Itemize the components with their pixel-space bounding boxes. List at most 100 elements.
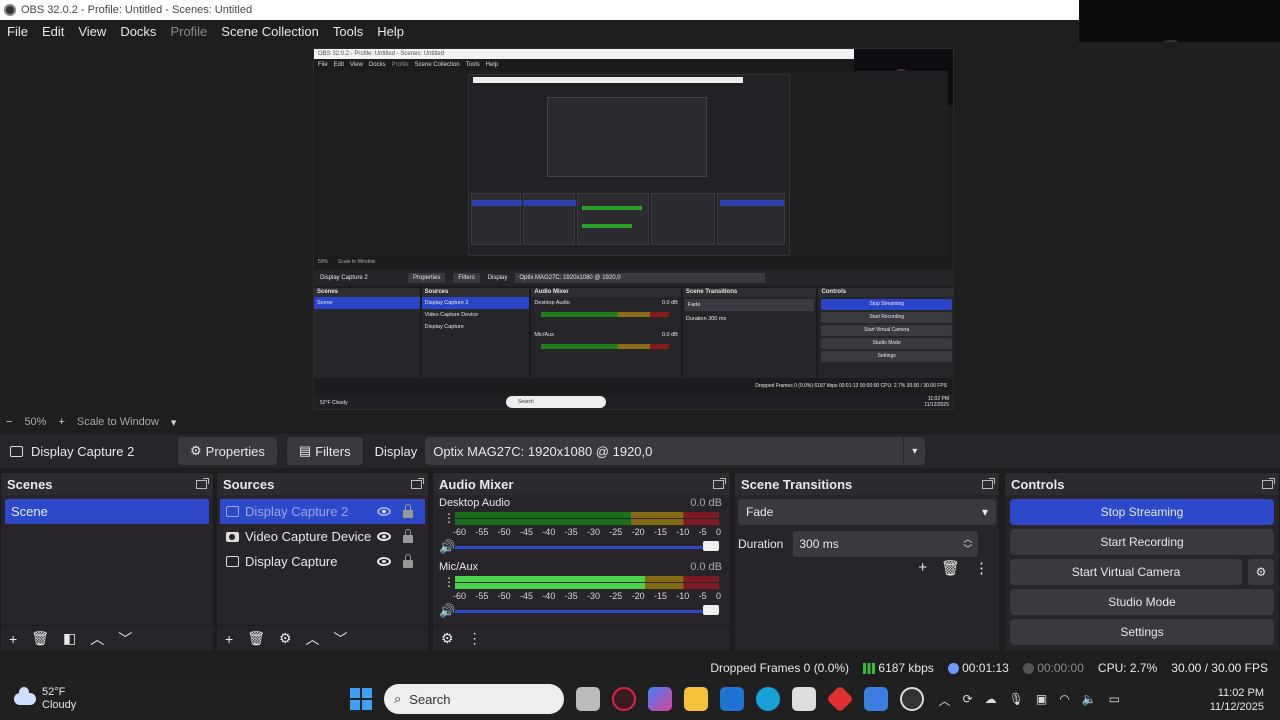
menu-view[interactable]: View bbox=[71, 24, 113, 39]
speaker-icon[interactable]: 🔊 bbox=[439, 603, 455, 619]
sources-title: Sources bbox=[223, 476, 275, 492]
undock-icon[interactable] bbox=[1262, 477, 1275, 489]
weather-widget[interactable]: 52°F Cloudy bbox=[14, 686, 76, 712]
speaker-icon[interactable]: 🔊 bbox=[439, 539, 455, 555]
kebab-menu-icon[interactable]: ⋮ bbox=[443, 512, 455, 524]
eye-icon[interactable] bbox=[377, 532, 391, 541]
scene-filters-icon[interactable]: ◧ bbox=[63, 630, 76, 647]
obs-logo-icon bbox=[4, 4, 16, 16]
menu-profile[interactable]: Profile bbox=[163, 24, 214, 39]
chevron-up-icon[interactable]: ︿ bbox=[939, 692, 951, 709]
start-recording-button[interactable]: Start Recording bbox=[1010, 529, 1274, 555]
kebab-menu-icon[interactable]: ⋮ bbox=[443, 576, 455, 588]
mixer-channel-mic: Mic/Aux 0.0 dB ⋮ -60 -55 -50 -45 -40 -35 -30 -2… bbox=[433, 559, 730, 623]
hidden-eye-icon[interactable] bbox=[377, 507, 391, 516]
microphone-icon[interactable]: 🎙 bbox=[1009, 692, 1024, 709]
scale-to-window-label[interactable]: Scale to Window bbox=[71, 416, 165, 428]
scene-item[interactable]: Scene bbox=[5, 499, 209, 524]
undock-icon[interactable] bbox=[713, 477, 726, 489]
start-virtual-camera-button[interactable]: Start Virtual Camera bbox=[1010, 559, 1242, 585]
kebab-menu-icon[interactable]: ⋮ bbox=[974, 559, 989, 577]
spin-arrows-icon[interactable]: ︿ ﹀ bbox=[963, 534, 972, 554]
obs-taskbar-icon[interactable] bbox=[900, 687, 924, 711]
undock-icon[interactable] bbox=[411, 477, 424, 489]
level-meter bbox=[455, 519, 719, 525]
duration-label: Duration bbox=[738, 537, 784, 551]
menu-scene-collection[interactable]: Scene Collection bbox=[214, 24, 326, 39]
display-select[interactable]: Optix MAG27C: 1920x1080 @ 1920,0 ▾ bbox=[425, 437, 926, 465]
lock-icon[interactable] bbox=[403, 553, 413, 568]
lock-icon[interactable] bbox=[403, 528, 413, 543]
studio-mode-button[interactable]: Studio Mode bbox=[1010, 589, 1274, 615]
add-transition-icon[interactable]: + bbox=[918, 559, 927, 577]
settings-button[interactable]: Settings bbox=[1010, 619, 1274, 645]
filters-button[interactable]: ▤ Filters bbox=[286, 437, 363, 465]
trash-icon[interactable]: 🗑 bbox=[941, 559, 960, 577]
volume-slider-handle[interactable] bbox=[703, 605, 719, 615]
meter-tick-label: -55 bbox=[475, 591, 489, 601]
wifi-icon[interactable]: ◠ bbox=[1059, 692, 1069, 709]
menu-file[interactable]: File bbox=[0, 24, 35, 39]
volume-icon[interactable]: 🔈 bbox=[1082, 692, 1097, 709]
audio-mixer-title: Audio Mixer bbox=[439, 476, 514, 492]
add-scene-icon[interactable]: + bbox=[9, 631, 17, 647]
menu-edit[interactable]: Edit bbox=[35, 24, 71, 39]
duration-spinbox[interactable]: 300 ms ︿ ﹀ bbox=[793, 531, 979, 557]
sync-icon[interactable]: ⟳ bbox=[963, 692, 973, 709]
app-blue-icon[interactable] bbox=[864, 687, 888, 711]
trash-icon[interactable]: 🗑 bbox=[31, 630, 49, 647]
advanced-audio-icon[interactable]: ⚙ bbox=[441, 630, 454, 647]
volume-slider-handle[interactable] bbox=[703, 541, 719, 551]
edge-icon[interactable] bbox=[756, 687, 780, 711]
volume-slider[interactable] bbox=[455, 610, 715, 613]
menu-docks[interactable]: Docks bbox=[113, 24, 163, 39]
zoom-in-button[interactable]: + bbox=[52, 416, 70, 428]
device-icon[interactable]: ▣ bbox=[1036, 692, 1047, 709]
onedrive-icon[interactable]: ☁ bbox=[985, 692, 997, 709]
windows-start-icon[interactable] bbox=[350, 688, 372, 710]
undock-icon[interactable] bbox=[196, 477, 209, 489]
add-source-icon[interactable]: + bbox=[225, 631, 233, 647]
move-down-icon[interactable]: ﹀ bbox=[118, 629, 132, 649]
move-up-icon[interactable]: ︿ bbox=[90, 629, 104, 649]
meter-tick-label: 0 bbox=[715, 527, 721, 537]
gear-icon[interactable]: ⚙ bbox=[1248, 559, 1274, 585]
deep-nested-preview bbox=[468, 74, 790, 256]
audio-mixer-dock: Audio Mixer Desktop Audio 0.0 dB ⋮ -60 -5… bbox=[432, 472, 731, 652]
app-diamond-icon[interactable] bbox=[826, 685, 854, 713]
battery-icon[interactable]: ▭ bbox=[1109, 692, 1120, 709]
file-explorer-icon[interactable] bbox=[684, 687, 708, 711]
undock-icon[interactable] bbox=[982, 477, 995, 489]
move-up-icon[interactable]: ︿ bbox=[306, 629, 320, 649]
display-label: Display bbox=[374, 443, 418, 459]
bitrate: 6187 kbps bbox=[878, 661, 934, 675]
outlook-icon[interactable] bbox=[720, 687, 744, 711]
kebab-menu-icon[interactable]: ⋮ bbox=[468, 630, 482, 647]
menu-help[interactable]: Help bbox=[370, 24, 411, 39]
clock[interactable]: 11:02 PM 11/12/2025 bbox=[1210, 686, 1264, 714]
opera-icon[interactable] bbox=[612, 687, 636, 711]
weather-condition: Cloudy bbox=[42, 699, 77, 711]
store-icon[interactable] bbox=[792, 687, 816, 711]
eye-icon[interactable] bbox=[377, 557, 391, 566]
zoom-out-button[interactable]: − bbox=[0, 416, 18, 428]
source-item[interactable]: Video Capture Device bbox=[220, 524, 425, 549]
transition-select[interactable]: Fade ▾ bbox=[738, 499, 996, 525]
source-item[interactable]: Display Capture bbox=[220, 549, 425, 574]
copilot-icon[interactable] bbox=[648, 687, 672, 711]
trash-icon[interactable]: 🗑 bbox=[247, 630, 265, 647]
record-time: 00:00:00 bbox=[1037, 661, 1084, 675]
scale-dropdown-icon[interactable]: ▾ bbox=[165, 416, 183, 429]
meter-tick-label: -5 bbox=[698, 527, 707, 537]
stop-streaming-button[interactable]: Stop Streaming bbox=[1010, 499, 1274, 525]
gear-icon[interactable]: ⚙ bbox=[279, 630, 292, 647]
source-item[interactable]: Display Capture 2 bbox=[220, 499, 425, 524]
properties-button[interactable]: ⚙ Properties bbox=[178, 437, 277, 465]
task-view-icon[interactable] bbox=[576, 687, 600, 711]
move-down-icon[interactable]: ﹀ bbox=[334, 629, 348, 649]
menu-tools[interactable]: Tools bbox=[326, 24, 370, 39]
lock-icon[interactable] bbox=[403, 503, 413, 518]
level-meter bbox=[455, 512, 719, 518]
taskbar-search[interactable]: ⌕ Search bbox=[384, 684, 564, 714]
volume-slider[interactable] bbox=[455, 546, 715, 549]
